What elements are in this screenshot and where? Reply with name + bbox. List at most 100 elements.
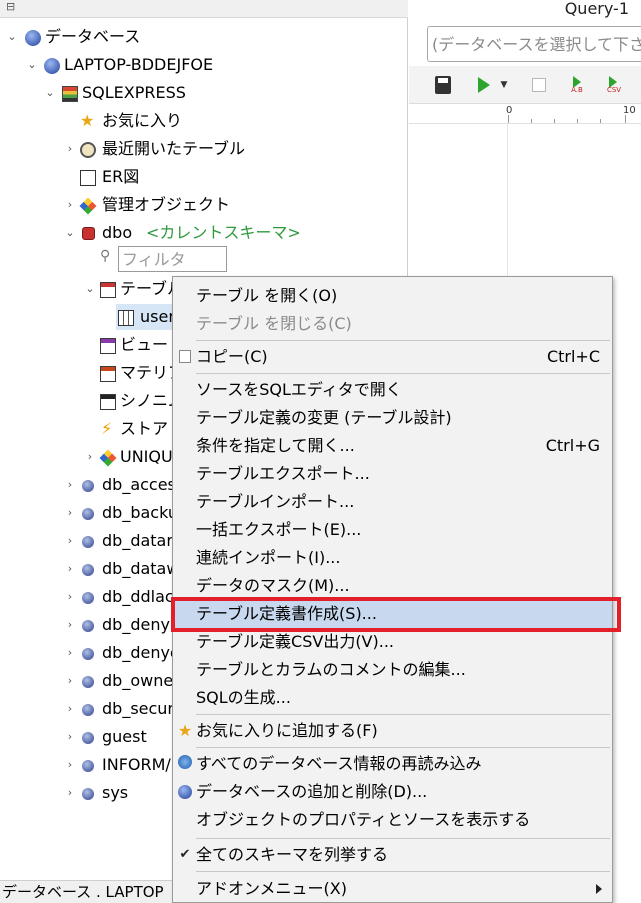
menu-item-close-table[interactable]: テーブル を閉じる(C)	[173, 310, 612, 338]
tree-icon[interactable]: ⊟	[6, 0, 15, 13]
search-icon: ⚲	[100, 248, 111, 264]
tree-node-er[interactable]: ER図	[0, 164, 400, 190]
menu-item-label: データのマスク(M)...	[196, 576, 350, 595]
menu-item-definition-csv[interactable]: テーブル定義CSV出力(V)...	[173, 628, 612, 656]
run-icon[interactable]	[475, 76, 491, 94]
sql-server-icon	[62, 86, 78, 102]
menu-item-addon-menu[interactable]: アドオンメニュー(X)	[173, 875, 612, 903]
editor-toolbar: ▼ A.B CSV	[409, 66, 641, 104]
expand-arrow-icon[interactable]: ›	[64, 752, 76, 778]
tree-node-favorites[interactable]: ★ お気に入り	[0, 108, 400, 134]
tree-label: dbo	[102, 223, 133, 242]
menu-item-add-remove-db[interactable]: データベースの追加と削除(D)...	[173, 778, 612, 806]
menu-item-create-definition-doc[interactable]: テーブル定義書作成(S)...	[173, 600, 612, 628]
ruler-tick	[508, 115, 509, 123]
menu-item-label: すべてのデータベース情報の再読み込み	[196, 754, 482, 773]
tree-node-recent[interactable]: › 最近開いたテーブル	[0, 136, 400, 162]
schema-icon	[82, 760, 94, 772]
collapse-arrow-icon[interactable]: ⌄	[6, 24, 18, 50]
menu-item-label: お気に入りに追加する(F)	[196, 721, 378, 740]
tree-label: UNIQU	[120, 447, 173, 466]
table-folder-icon	[100, 282, 116, 298]
export-text-caption: A.B	[571, 86, 583, 94]
unique-icon	[99, 449, 117, 467]
collapse-arrow-icon[interactable]: ⌄	[84, 276, 96, 302]
synonym-icon	[100, 394, 116, 410]
menu-item-table-export[interactable]: テーブルエクスポート...	[173, 460, 612, 488]
menu-item-add-favorite[interactable]: ★ お気に入りに追加する(F)	[173, 717, 612, 745]
menu-item-bulk-export[interactable]: 一括エクスポート(E)...	[173, 516, 612, 544]
save-icon[interactable]	[435, 76, 451, 94]
tree-label: 最近開いたテーブル	[102, 139, 246, 158]
menu-item-label: オブジェクトのプロパティとソースを表示する	[196, 810, 531, 829]
menu-item-reload-all[interactable]: すべてのデータベース情報の再読み込み	[173, 750, 612, 778]
menu-item-label: テーブル定義の変更 (テーブル設計)	[196, 408, 452, 427]
menu-item-list-all-schemas[interactable]: ✔ 全てのスキーマを列挙する	[173, 841, 612, 869]
tree-node-databases[interactable]: ⌄ データベース	[0, 24, 400, 50]
tree-label: db_owne	[102, 671, 174, 690]
stop-icon[interactable]	[532, 78, 546, 92]
expand-arrow-icon[interactable]: ›	[64, 192, 76, 218]
export-csv-icon[interactable]: CSV	[605, 76, 623, 94]
menu-separator	[196, 340, 610, 341]
menu-item-show-properties[interactable]: オブジェクトのプロパティとソースを表示する	[173, 806, 612, 834]
expand-arrow-icon[interactable]: ›	[64, 136, 76, 162]
collapse-arrow-icon[interactable]: ⌄	[64, 220, 76, 246]
schema-icon	[82, 676, 94, 688]
ruler-tick	[531, 119, 532, 123]
export-text-icon[interactable]: A.B	[569, 76, 585, 94]
schema-icon	[82, 732, 94, 744]
tree-label: db_datar	[102, 531, 173, 550]
expand-arrow-icon[interactable]: ›	[64, 584, 76, 610]
ruler-tick	[554, 119, 555, 123]
menu-item-open-with-condition[interactable]: 条件を指定して開く... Ctrl+G	[173, 432, 612, 460]
tree-node-management[interactable]: › 管理オブジェクト	[0, 192, 400, 218]
tree-label: 管理オブジェクト	[102, 195, 231, 214]
chevron-right-icon	[596, 884, 602, 894]
expand-arrow-icon[interactable]: ›	[64, 696, 76, 722]
schema-icon	[82, 480, 94, 492]
database-select-input[interactable]	[427, 26, 641, 62]
materialized-view-icon	[100, 366, 116, 382]
expand-arrow-icon[interactable]: ›	[84, 444, 96, 470]
chevron-down-icon[interactable]: ▼	[499, 76, 509, 94]
tree-label: ビュー	[120, 335, 169, 354]
expand-arrow-icon[interactable]: ›	[64, 528, 76, 554]
expand-arrow-icon[interactable]: ›	[64, 472, 76, 498]
menu-item-sequential-import[interactable]: 連続インポート(I)...	[173, 544, 612, 572]
tree-label: db_dataw	[102, 559, 180, 578]
expand-arrow-icon[interactable]: ›	[64, 640, 76, 666]
schema-icon	[82, 592, 94, 604]
expand-arrow-icon[interactable]: ›	[64, 780, 76, 806]
expand-arrow-icon[interactable]: ›	[64, 556, 76, 582]
tree-node-server[interactable]: ⌄ LAPTOP-BDDEJFOE	[0, 52, 400, 78]
menu-item-open-table[interactable]: テーブル を開く(O)	[173, 282, 612, 310]
tree-label: db_denyc	[102, 643, 179, 662]
menu-item-alter-table[interactable]: テーブル定義の変更 (テーブル設計)	[173, 404, 612, 432]
menu-item-open-source-sql[interactable]: ソースをSQLエディタで開く	[173, 376, 612, 404]
menu-item-data-mask[interactable]: データのマスク(M)...	[173, 572, 612, 600]
tree-node-schema-dbo[interactable]: ⌄ dbo <カレントスキーマ>	[0, 220, 400, 246]
tree-filter-input[interactable]	[118, 246, 227, 272]
menu-item-edit-comments[interactable]: テーブルとカラムのコメントの編集...	[173, 656, 612, 684]
collapse-arrow-icon[interactable]: ⌄	[44, 80, 56, 106]
menu-item-generate-sql[interactable]: SQLの生成...	[173, 684, 612, 712]
collapse-arrow-icon[interactable]: ⌄	[26, 52, 38, 78]
tree-label: guest	[102, 727, 147, 746]
tab-query-1[interactable]: Query-1	[409, 0, 641, 22]
menu-item-label: SQLの生成...	[196, 688, 291, 707]
menu-item-label: テーブル を開く(O)	[196, 286, 338, 305]
expand-arrow-icon[interactable]: ›	[64, 724, 76, 750]
database-icon	[178, 785, 192, 799]
menu-item-table-import[interactable]: テーブルインポート...	[173, 488, 612, 516]
schema-icon	[82, 648, 94, 660]
ruler-tick	[625, 115, 626, 123]
expand-arrow-icon[interactable]: ›	[64, 668, 76, 694]
tree-label: db_backu	[102, 503, 178, 522]
tree-node-instance[interactable]: ⌄ SQLEXPRESS	[0, 80, 400, 106]
copy-icon	[179, 350, 191, 363]
expand-arrow-icon[interactable]: ›	[64, 612, 76, 638]
menu-separator	[196, 747, 610, 748]
expand-arrow-icon[interactable]: ›	[64, 500, 76, 526]
menu-item-copy[interactable]: コピー(C) Ctrl+C	[173, 343, 612, 371]
